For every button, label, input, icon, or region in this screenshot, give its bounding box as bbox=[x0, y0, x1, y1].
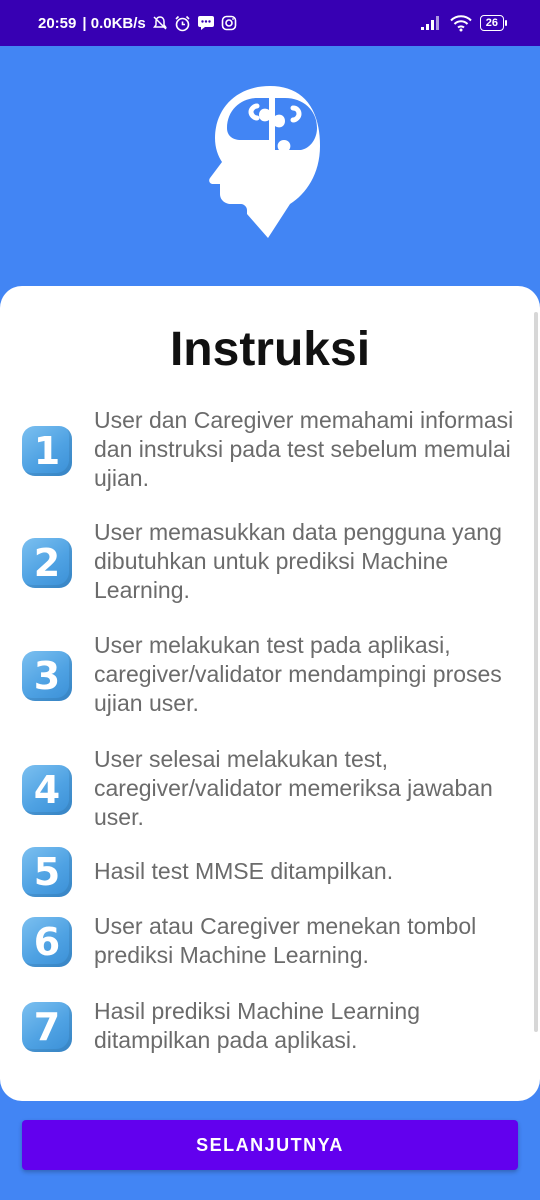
status-network-speed: | 0.0KB/s bbox=[82, 14, 146, 32]
step-text: User selesai melakukan test, caregiver/v… bbox=[94, 746, 493, 830]
list-item: 5 Hasil test MMSE ditampilkan. bbox=[0, 847, 540, 897]
step-text: Hasil prediksi Machine Learning ditampil… bbox=[94, 998, 420, 1053]
status-time: 20:59 bbox=[38, 14, 77, 32]
step-text: User atau Caregiver menekan tombol predi… bbox=[94, 913, 477, 968]
step-text: Hasil test MMSE ditampilkan. bbox=[94, 858, 394, 884]
instructions-card: Instruksi 1 User dan Caregiver memahami … bbox=[0, 286, 540, 1101]
list-item: 2 User memasukkan data pengguna yang dib… bbox=[0, 518, 540, 608]
wifi-icon bbox=[450, 14, 472, 31]
step-text: User dan Caregiver memahami informasi da… bbox=[94, 407, 514, 491]
number-2-icon: 2 bbox=[22, 538, 72, 588]
brain-puzzle-head-icon bbox=[209, 86, 320, 238]
bell-off-icon bbox=[152, 16, 167, 30]
battery-icon: 26 bbox=[479, 15, 508, 31]
alarm-icon bbox=[175, 15, 190, 31]
number-5-icon: 5 bbox=[22, 847, 72, 897]
list-item: 4 User selesai melakukan test, caregiver… bbox=[0, 745, 540, 835]
instagram-icon bbox=[221, 15, 237, 31]
number-1-icon: 1 bbox=[22, 426, 72, 476]
list-item: 3 User melakukan test pada aplikasi, car… bbox=[0, 631, 540, 721]
step-text: User memasukkan data pengguna yang dibut… bbox=[94, 519, 502, 603]
signal-icon bbox=[420, 16, 439, 30]
status-bar: 20:59 | 0.0KB/s 26 bbox=[0, 0, 540, 46]
list-item: 7 Hasil prediksi Machine Learning ditamp… bbox=[0, 997, 540, 1057]
step-text: User melakukan test pada aplikasi, careg… bbox=[94, 632, 502, 716]
status-right: 26 bbox=[420, 14, 508, 32]
number-4-icon: 4 bbox=[22, 765, 72, 815]
list-item: 6 User atau Caregiver menekan tombol pre… bbox=[0, 912, 540, 972]
number-6-icon: 6 bbox=[22, 917, 72, 967]
next-button[interactable]: SELANJUTNYA bbox=[22, 1120, 518, 1170]
number-3-icon: 3 bbox=[22, 651, 72, 701]
message-icon bbox=[197, 16, 214, 30]
page-title: Instruksi bbox=[169, 323, 371, 376]
number-7-icon: 7 bbox=[22, 1002, 72, 1052]
list-item: 1 User dan Caregiver memahami informasi … bbox=[0, 406, 540, 496]
status-left: 20:59 | 0.0KB/s bbox=[38, 15, 237, 32]
